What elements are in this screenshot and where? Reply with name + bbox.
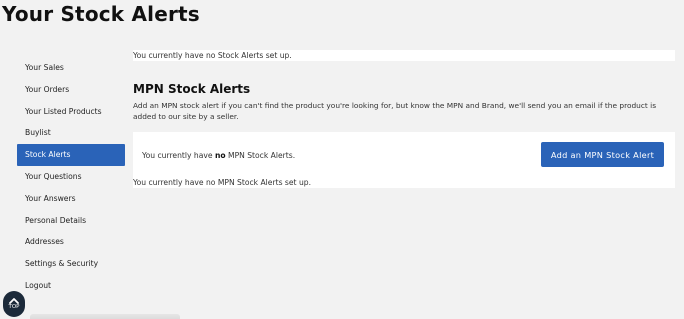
sidebar-item-your-answers[interactable]: Your Answers	[17, 188, 125, 210]
mpn-alerts-empty-message: You currently have no MPN Stock Alerts s…	[133, 178, 311, 187]
sidebar-item-logout[interactable]: Logout	[17, 275, 125, 297]
sidebar-item-addresses[interactable]: Addresses	[17, 231, 125, 253]
page-title: Your Stock Alerts	[2, 2, 200, 26]
sidebar-item-your-orders[interactable]: Your Orders	[17, 79, 125, 101]
mpn-section-heading: MPN Stock Alerts	[133, 82, 251, 96]
mpn-section-description: Add an MPN stock alert if you can't find…	[133, 101, 657, 121]
scroll-to-top-label: TOP	[8, 304, 20, 310]
mpn-status-prefix: You currently have	[142, 151, 213, 160]
stock-alerts-empty-message: You currently have no Stock Alerts set u…	[133, 51, 292, 60]
sidebar-item-your-sales[interactable]: Your Sales	[17, 57, 125, 79]
add-mpn-stock-alert-button[interactable]: Add an MPN Stock Alert	[541, 142, 664, 167]
sidebar-item-stock-alerts[interactable]: Stock Alerts	[17, 144, 125, 166]
stock-alerts-panel: You currently have no Stock Alerts set u…	[133, 50, 675, 61]
sidebar-item-your-questions[interactable]: Your Questions	[17, 166, 125, 188]
account-sidebar: Your Sales Your Orders Your Listed Produ…	[17, 57, 125, 297]
sidebar-item-personal-details[interactable]: Personal Details	[17, 210, 125, 232]
chevron-up-icon	[9, 298, 19, 304]
mpn-status-suffix: MPN Stock Alerts.	[228, 151, 296, 160]
sidebar-item-settings-security[interactable]: Settings & Security	[17, 253, 125, 275]
scroll-to-top-button[interactable]: TOP	[3, 291, 25, 317]
mpn-status-text: You currently have no MPN Stock Alerts.	[142, 150, 295, 161]
sidebar-item-your-listed-products[interactable]: Your Listed Products	[17, 101, 125, 123]
mpn-status-emphasis: no	[214, 151, 226, 160]
page-footer-edge	[30, 314, 180, 319]
mpn-alerts-panel: You currently have no MPN Stock Alerts. …	[133, 132, 675, 188]
sidebar-item-buylist[interactable]: Buylist	[17, 122, 125, 144]
